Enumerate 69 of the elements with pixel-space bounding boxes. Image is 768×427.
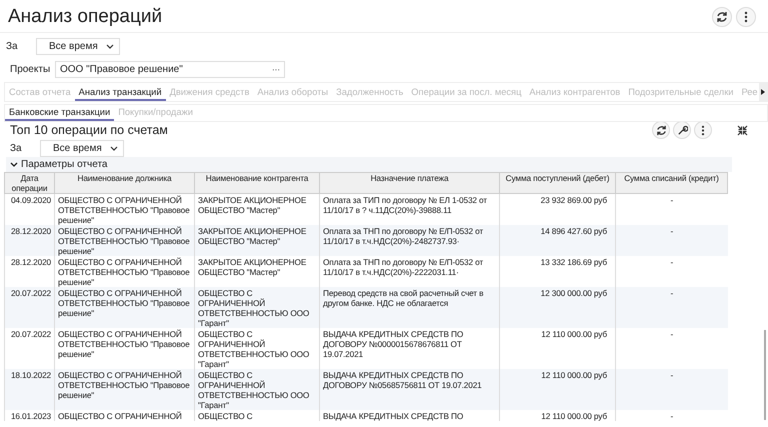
table-cell: 12 110 000.00 руб: [500, 410, 616, 421]
more-button[interactable]: [694, 121, 712, 139]
table-cell: 14 896 427.60 руб: [500, 225, 616, 256]
caret-icon: [110, 146, 118, 150]
period-select[interactable]: Все время: [36, 38, 120, 54]
table-cell: ЗАКРЫТОЕ АКЦИОНЕРНОЕ ОБЩЕСТВО "Мастер": [194, 225, 320, 256]
tab[interactable]: Анализ контрагентов: [525, 85, 624, 101]
tab[interactable]: Состав отчета: [5, 85, 75, 101]
refresh-button[interactable]: [712, 7, 732, 27]
table-cell: 28.12.2020: [4, 225, 54, 256]
table-cell: ОБЩЕСТВО С ОГРАНИЧЕННОЙ ОТВЕТСТВЕННОСТЬЮ ООО "Гарант": [194, 369, 320, 410]
wrench-button[interactable]: [673, 121, 691, 139]
column-header: Назначение платежа: [320, 172, 500, 194]
table-cell: 12 300 000.00 руб: [500, 287, 616, 328]
table-cell: 18.10.2022: [4, 369, 54, 410]
tab[interactable]: Покупки/продажи: [114, 105, 197, 121]
refresh-button[interactable]: [652, 121, 670, 139]
column-header: Сумма списаний (кредит): [616, 172, 728, 194]
tab[interactable]: Анализ транзакций: [74, 85, 166, 101]
tab[interactable]: Операции за посл. месяц: [407, 85, 526, 101]
period-select[interactable]: Все время: [40, 140, 124, 156]
table-cell: 20.07.2022: [4, 287, 54, 328]
arrow-right-icon: [761, 89, 765, 95]
table-cell: ОБЩЕСТВО С ОГРАНИЧЕННОЙ ОТВЕТСТВЕННОСТЬЮ "Правовое решение": [54, 369, 194, 410]
table-cell: -: [616, 225, 728, 256]
table-cell: ОБЩЕСТВО С ОГРАНИЧЕННОЙ ОТВЕТСТВЕННОСТЬЮ ООО "Гарант": [194, 287, 320, 328]
select-dots-button[interactable]: ···: [272, 64, 280, 74]
projects-field[interactable]: ООО "Правовое решение" ···: [55, 60, 285, 78]
table-cell: ОБЩЕСТВО С: [194, 410, 320, 421]
params-header[interactable]: Параметры отчета: [6, 157, 732, 172]
column-header: Наименование контрагента: [194, 172, 320, 194]
table-cell: ОБЩЕСТВО С ОГРАНИЧЕННОЙ: [54, 410, 194, 421]
more-icon: [701, 124, 705, 136]
params-label: Параметры отчета: [21, 159, 108, 170]
tab[interactable]: Анализ обороты: [253, 85, 332, 101]
column-header: Сумма поступлений (дебет): [500, 172, 616, 194]
table-cell: -: [616, 410, 728, 421]
refresh-icon: [716, 11, 728, 23]
collapse-icon[interactable]: [737, 124, 748, 136]
tab[interactable]: Задолженность: [332, 85, 408, 101]
scrollbar-thumb[interactable]: [764, 330, 766, 420]
caret-icon: [106, 44, 114, 48]
period-label: За: [6, 40, 19, 52]
scroll-right-button[interactable]: [759, 83, 767, 101]
tab[interactable]: Банковские транзакции: [5, 105, 114, 121]
column-header: Дата операции: [4, 172, 54, 194]
chevron-icon: [10, 162, 18, 168]
table-cell: Оплата за ТНП по договору № Е/П-0532 от 11/10/17 в т.ч.НДС(20%)-2482737.93·: [320, 225, 500, 256]
report-title: Топ 10 операции по счетам: [10, 123, 169, 137]
table-cell: ВЫДАЧА КРЕДИТНЫХ СРЕДСТВ ПО: [320, 410, 500, 421]
wrench-icon: [676, 124, 688, 136]
table-cell: ОБЩЕСТВО С ОГРАНИЧЕННОЙ ОТВЕТСТВЕННОСТЬЮ "Правовое решение": [54, 225, 194, 256]
projects-label: Проекты: [10, 64, 52, 74]
table-cell: -: [616, 287, 728, 328]
tab[interactable]: Движения средств: [166, 85, 254, 101]
table-cell: 12 110 000.00 руб: [500, 369, 616, 410]
tab[interactable]: Рее: [737, 85, 762, 101]
window-title: Анализ операций: [8, 6, 164, 28]
table-cell: 16.01.2023: [4, 410, 54, 421]
tab[interactable]: Подозрительные сделки: [624, 85, 738, 101]
more-icon: [744, 11, 748, 23]
column-header: Наименование должника: [54, 172, 194, 194]
table-cell: ОБЩЕСТВО С ОГРАНИЧЕННОЙ ОТВЕТСТВЕННОСТЬЮ "Правовое решение": [54, 287, 194, 328]
refresh-icon: [656, 124, 666, 136]
table-cell: -: [616, 369, 728, 410]
more-button[interactable]: [736, 7, 756, 27]
period-label: За: [10, 142, 23, 154]
table-cell: Перевод средств на свой расчетный счет в другом банке. НДС не облагается: [320, 287, 500, 328]
table-cell: ВЫДАЧА КРЕДИТНЫХ СРЕДСТВ ПО ДОГОВОРУ №05685756811 ОТ 19.07.2021: [320, 369, 500, 410]
